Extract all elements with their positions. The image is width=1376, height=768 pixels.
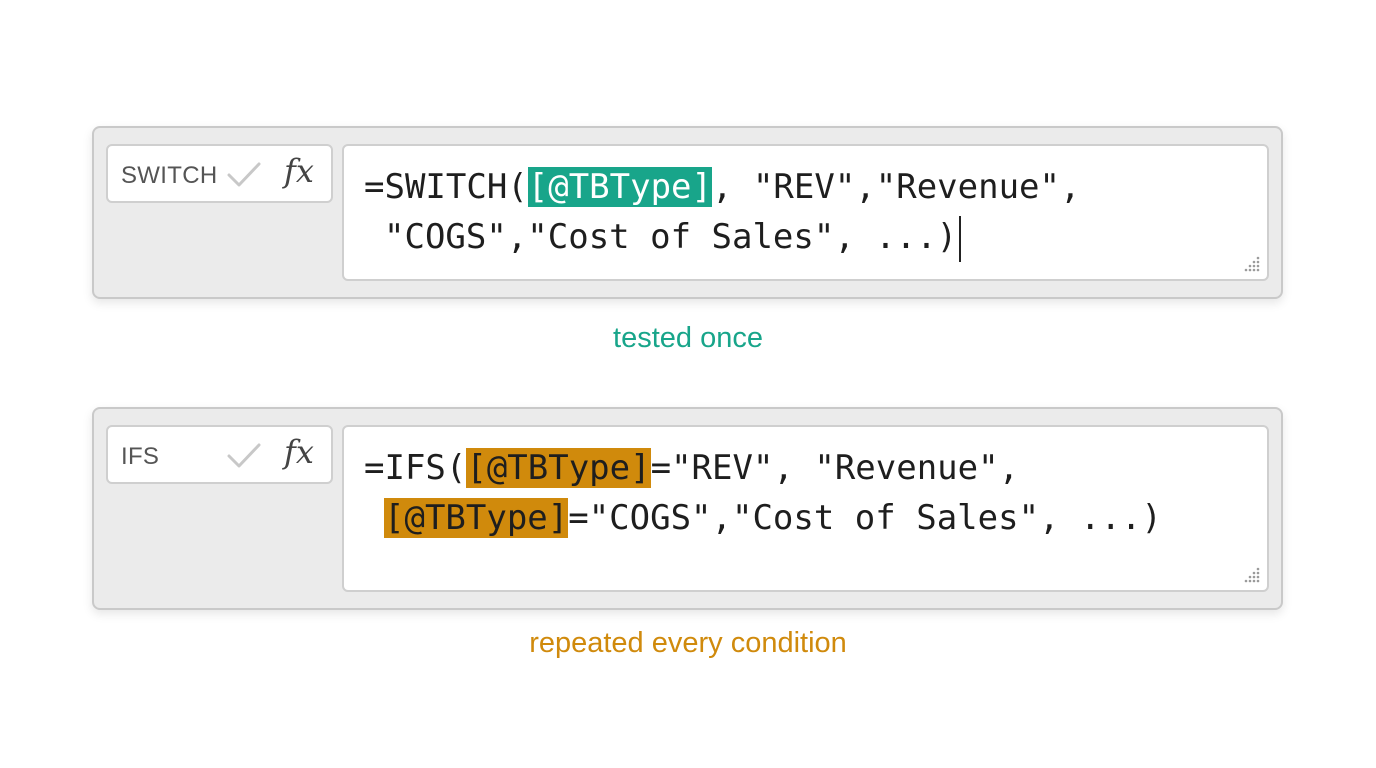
resize-grip-icon[interactable] bbox=[1243, 255, 1261, 273]
formula-line-2: [@TBType]="COGS","Cost of Sales", ...) bbox=[364, 493, 1162, 543]
checkmark-icon[interactable] bbox=[226, 160, 262, 190]
formula-line-1: =IFS([@TBType]="REV", "Revenue", bbox=[364, 443, 1162, 493]
highlighted-reference: [@TBType] bbox=[384, 498, 569, 538]
text-caret bbox=[959, 215, 962, 262]
formula-prefix: =IFS( bbox=[364, 448, 467, 488]
formula-line-2: "COGS","Cost of Sales", ...) bbox=[364, 212, 1080, 262]
switch-caption: tested once bbox=[613, 322, 763, 354]
highlighted-reference: [@TBType] bbox=[527, 167, 712, 207]
fx-icon[interactable]: fx bbox=[284, 433, 314, 471]
formula-input[interactable]: =IFS([@TBType]="REV", "Revenue", [@TBType… bbox=[342, 425, 1269, 592]
formula-rest: ="REV", "Revenue", bbox=[650, 448, 1020, 488]
name-box-label: IFS bbox=[121, 443, 160, 470]
name-box[interactable]: SWITCH fx bbox=[106, 144, 333, 203]
formula-line-1: =SWITCH([@TBType], "REV","Revenue", bbox=[364, 162, 1080, 212]
ifs-caption: repeated every condition bbox=[529, 627, 847, 659]
highlighted-reference: [@TBType] bbox=[466, 448, 651, 488]
name-box-label: SWITCH bbox=[121, 162, 218, 189]
ifs-formula-bar: IFS fx =IFS([@TBType]="REV", "Revenue",[… bbox=[92, 407, 1283, 610]
formula-text: =IFS([@TBType]="REV", "Revenue", [@TBType… bbox=[364, 443, 1162, 543]
switch-formula-bar: SWITCH fx =SWITCH([@TBType], "REV","Reve… bbox=[92, 126, 1283, 299]
formula-rest: ="COGS","Cost of Sales", ...) bbox=[568, 498, 1162, 538]
formula-input[interactable]: =SWITCH([@TBType], "REV","Revenue", "COGS… bbox=[342, 144, 1269, 281]
comparison-page: SWITCH fx =SWITCH([@TBType], "REV","Reve… bbox=[0, 0, 1376, 768]
resize-grip-icon[interactable] bbox=[1243, 566, 1261, 584]
checkmark-icon[interactable] bbox=[226, 441, 262, 471]
name-box[interactable]: IFS fx bbox=[106, 425, 333, 484]
formula-prefix: =SWITCH( bbox=[364, 167, 528, 207]
fx-icon[interactable]: fx bbox=[284, 152, 314, 190]
formula-rest: , "REV","Revenue", bbox=[712, 167, 1081, 207]
formula-rest: "COGS","Cost of Sales", ...) bbox=[384, 217, 958, 257]
formula-text: =SWITCH([@TBType], "REV","Revenue", "COGS… bbox=[364, 162, 1080, 262]
